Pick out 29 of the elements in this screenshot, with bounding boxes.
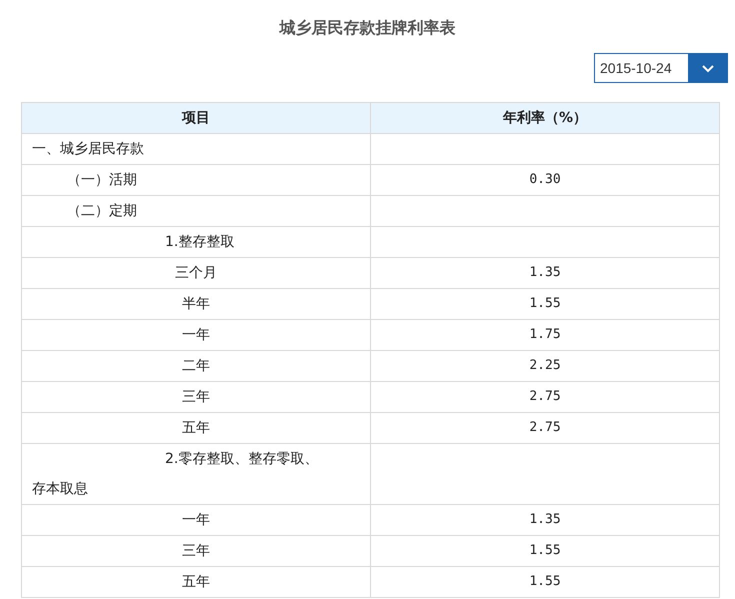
table-cell: 一年: [22, 320, 370, 350]
table-cell: 五年: [22, 566, 370, 598]
table-cell: 2.25: [370, 350, 720, 382]
table-cell: 三个月: [22, 258, 370, 288]
table-cell: 一、城乡居民存款: [22, 134, 370, 164]
table-cell: 1.35: [370, 258, 720, 288]
table-cell: 2.75: [370, 382, 720, 412]
table-cell: 1.35: [370, 504, 720, 536]
table-cell: 一年: [22, 504, 370, 536]
table-cell: （一）活期: [22, 164, 370, 196]
table-cell: 半年: [22, 288, 370, 320]
table-cell: 1.55: [370, 536, 720, 566]
table-cell: 三年: [22, 536, 370, 566]
column-header: 年利率（%）: [370, 102, 720, 134]
table-cell: 二年: [22, 350, 370, 382]
column-header: 项目: [22, 102, 370, 134]
table-cell: 三年: [22, 382, 370, 412]
table-cell: 1.整存整取: [22, 226, 370, 258]
table-cell: 1.55: [370, 288, 720, 320]
chevron-down-icon: [700, 64, 714, 72]
table-cell: 1.75: [370, 320, 720, 350]
table-cell: 1.55: [370, 566, 720, 598]
table-cell: 2.75: [370, 412, 720, 444]
table-cell: （二）定期: [22, 196, 370, 226]
date-select[interactable]: 2015-10-24: [594, 53, 728, 83]
table-cell: 2.零存整取、整存零取、存本取息: [22, 444, 370, 504]
table-cell: 五年: [22, 412, 370, 444]
page-title: 城乡居民存款挂牌利率表: [278, 17, 456, 39]
table-cell: 0.30: [370, 164, 720, 196]
